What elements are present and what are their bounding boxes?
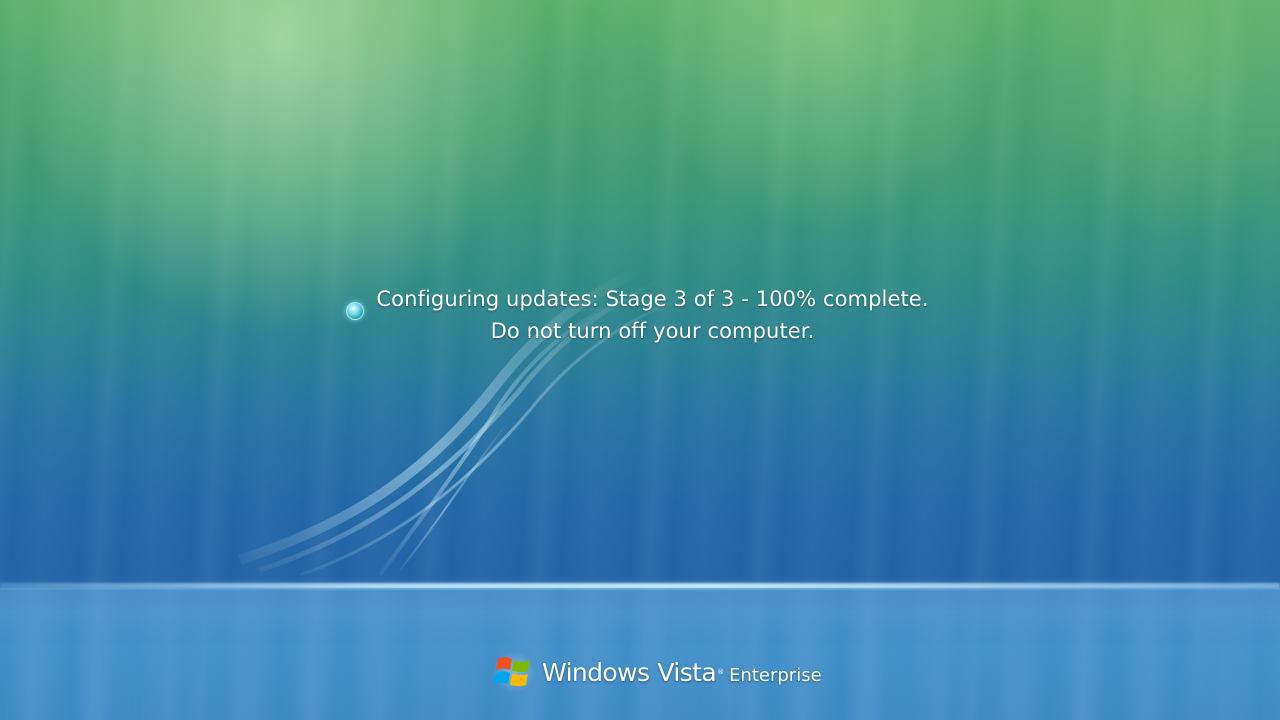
status-warning-line: Do not turn off your computer.	[490, 319, 815, 343]
trademark-mark: ®	[717, 668, 725, 676]
windows-vista-logo: Windows Vista ® Enterprise	[492, 650, 822, 694]
brand-edition: Enterprise	[729, 664, 822, 686]
status-message: Configuring updates: Stage 3 of 3 - 100%…	[370, 283, 935, 347]
brand-vista: Vista	[657, 657, 717, 687]
status-progress-line: Configuring updates: Stage 3 of 3 - 100%…	[376, 287, 929, 311]
busy-spinner-icon	[346, 302, 364, 320]
brand-windows: Windows	[542, 657, 650, 687]
windows-flag-icon	[493, 651, 535, 693]
update-status: Configuring updates: Stage 3 of 3 - 100%…	[340, 283, 960, 353]
